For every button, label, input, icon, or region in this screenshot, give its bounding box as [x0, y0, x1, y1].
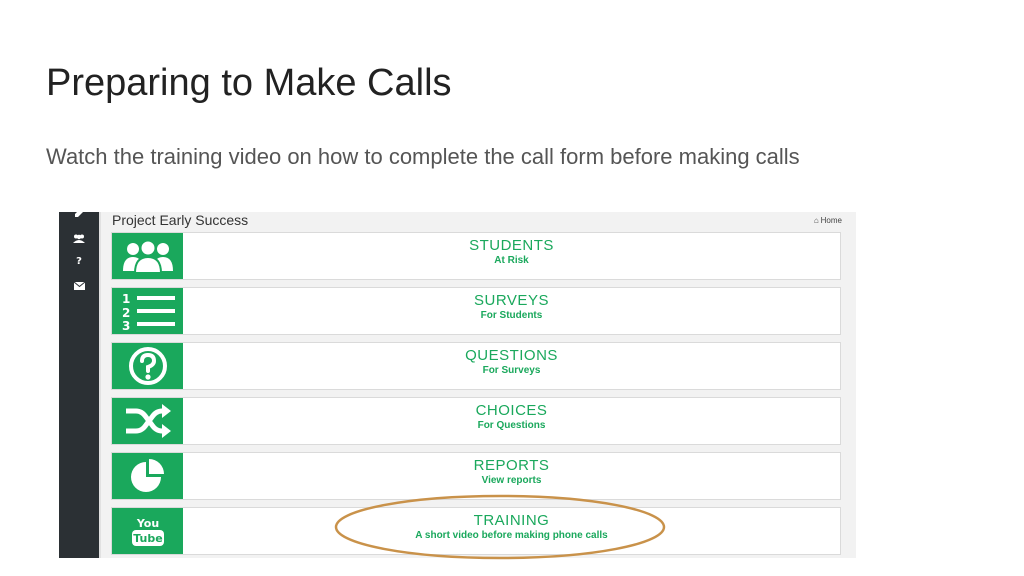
tile-title: STUDENTS — [469, 237, 554, 254]
home-link[interactable]: ⌂ Home — [814, 216, 842, 225]
svg-text:2: 2 — [122, 306, 130, 320]
envelope-icon[interactable] — [59, 282, 99, 290]
youtube-tube-text: Tube — [133, 532, 162, 545]
tile-text: CHOICES For Questions — [183, 402, 840, 431]
tile-text: REPORTS View reports — [183, 457, 840, 486]
tile-text: TRAINING A short video before making pho… — [183, 512, 840, 541]
youtube-icon: You Tube — [112, 508, 183, 554]
question-circle-icon — [112, 343, 183, 389]
tile-training[interactable]: You Tube TRAINING A short video before m… — [111, 507, 841, 555]
tile-text: SURVEYS For Students — [183, 292, 840, 321]
tile-text: QUESTIONS For Surveys — [183, 347, 840, 376]
home-label: Home — [820, 216, 842, 225]
youtube-you-text: You — [135, 517, 158, 530]
tile-subtitle: A short video before making phone calls — [415, 530, 608, 541]
tile-text: STUDENTS At Risk — [183, 237, 840, 266]
users-icon — [112, 233, 183, 279]
slide-title: Preparing to Make Calls — [46, 62, 452, 104]
tile-title: QUESTIONS — [465, 347, 558, 364]
tile-title: SURVEYS — [474, 292, 549, 309]
tile-subtitle: For Questions — [477, 420, 546, 431]
tile-subtitle: For Students — [480, 310, 543, 321]
svg-text:1: 1 — [122, 292, 130, 306]
tile-subtitle: View reports — [481, 475, 542, 486]
shuffle-icon — [112, 398, 183, 444]
tile-title: REPORTS — [473, 457, 550, 474]
svg-text:3: 3 — [122, 319, 130, 331]
app-screenshot: ? Project Early Success ⌂ Home STUDENTS A… — [59, 212, 856, 558]
tile-subtitle: At Risk — [494, 255, 529, 266]
app-title: Project Early Success — [112, 212, 249, 228]
help-icon[interactable]: ? — [59, 256, 99, 267]
app-header: Project Early Success ⌂ Home — [101, 212, 856, 232]
sidebar-divider — [99, 212, 101, 558]
tile-surveys[interactable]: 1 2 3 SURVEYS For Students — [111, 287, 841, 335]
tile-choices[interactable]: CHOICES For Questions — [111, 397, 841, 445]
edit-icon[interactable] — [59, 212, 99, 218]
tile-questions[interactable]: QUESTIONS For Surveys — [111, 342, 841, 390]
tile-subtitle: For Surveys — [482, 365, 541, 376]
sidebar: ? — [59, 212, 99, 558]
tile-title: TRAINING — [473, 512, 550, 529]
pie-chart-icon — [112, 453, 183, 499]
numbered-list-icon: 1 2 3 — [112, 288, 183, 334]
tile-students[interactable]: STUDENTS At Risk — [111, 232, 841, 280]
slide-subtitle: Watch the training video on how to compl… — [46, 144, 800, 169]
tile-title: CHOICES — [475, 402, 548, 419]
users-icon[interactable] — [59, 234, 99, 243]
home-icon: ⌂ — [813, 216, 819, 225]
tile-reports[interactable]: REPORTS View reports — [111, 452, 841, 500]
